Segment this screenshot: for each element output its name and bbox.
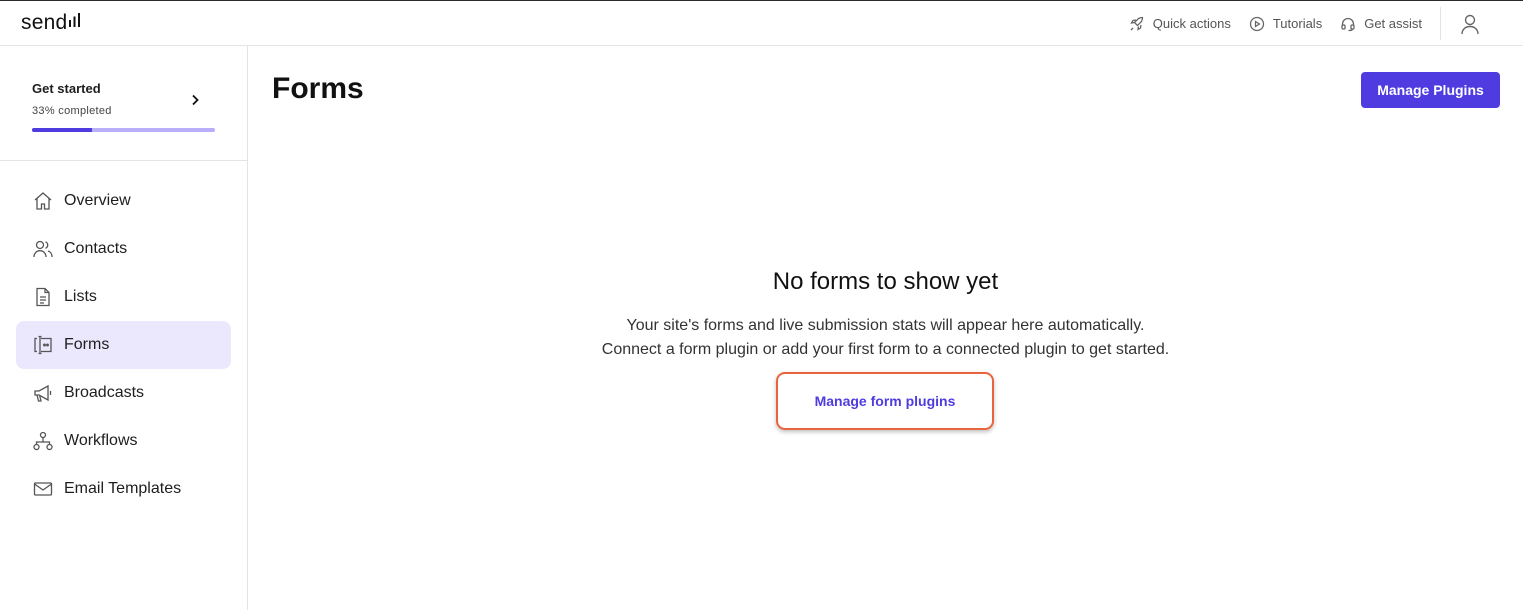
logo-bars-icon [69, 13, 81, 27]
workflow-icon [33, 431, 53, 451]
empty-state-description: Your site's forms and live submission st… [248, 314, 1523, 362]
list-icon [36, 287, 50, 307]
sidebar-item-label: Lists [64, 288, 97, 305]
email-icon [33, 482, 53, 496]
form-icon [34, 335, 52, 355]
tutorials-label: Tutorials [1272, 16, 1323, 31]
page-title: Forms [272, 72, 364, 105]
sidebar-item-email-templates[interactable]: Email Templates [16, 465, 231, 513]
sidebar-item-lists[interactable]: Lists [16, 273, 231, 321]
home-icon [34, 192, 52, 210]
get-started-progress-fill [32, 128, 93, 132]
logo[interactable]: send [21, 9, 81, 35]
sidebar-item-forms[interactable]: Forms [16, 321, 231, 369]
top-actions: Quick actions Tutorials Get assist [1129, 1, 1523, 46]
manage-form-plugins-highlight: Manage form plugins [776, 372, 994, 430]
get-started-title: Get started [32, 81, 101, 96]
get-started-progress-text: 33% completed [32, 105, 112, 117]
sidebar-item-workflows[interactable]: Workflows [16, 417, 231, 465]
manage-form-plugins-link[interactable]: Manage form plugins [815, 393, 956, 409]
main-content: Forms Manage Plugins No forms to show ye… [248, 46, 1523, 610]
get-started-progress-bar [32, 128, 215, 132]
sidebar-item-contacts[interactable]: Contacts [16, 225, 231, 273]
megaphone-icon [34, 384, 52, 402]
quick-actions-label: Quick actions [1152, 16, 1231, 31]
logo-text: send [21, 11, 68, 34]
chevron-right-icon [192, 94, 199, 106]
sidebar-item-label: Contacts [64, 240, 128, 257]
sidebar-item-label: Email Templates [64, 480, 182, 497]
sidebar-item-label: Overview [64, 192, 131, 209]
top-bar: send Quick actions Tutorials Get assist [0, 0, 1523, 46]
sidebar-nav: Overview Contacts Lists Forms Broadcasts… [16, 177, 231, 513]
sidebar-item-overview[interactable]: Overview [16, 177, 231, 225]
get-assist-button[interactable]: Get assist [1340, 16, 1422, 32]
play-icon [1249, 16, 1264, 31]
contacts-icon [33, 240, 53, 258]
empty-state-line-1: Your site's forms and live submission st… [626, 317, 1145, 334]
sidebar-item-label: Workflows [64, 432, 138, 449]
quick-actions-button[interactable]: Quick actions [1129, 16, 1231, 32]
empty-state-line-2: Connect a form plugin or add your first … [601, 341, 1170, 358]
sidebar: Get started 33% completed Overview Conta… [0, 46, 248, 610]
rocket-icon [1129, 16, 1143, 31]
headset-icon [1341, 17, 1355, 31]
user-icon[interactable] [1459, 13, 1481, 35]
sidebar-item-broadcasts[interactable]: Broadcasts [16, 369, 231, 417]
manage-plugins-button[interactable]: Manage Plugins [1361, 72, 1500, 108]
get-started-card[interactable]: Get started 33% completed [0, 46, 247, 161]
get-assist-label: Get assist [1364, 16, 1422, 31]
sidebar-item-label: Forms [64, 336, 110, 353]
empty-state-title: No forms to show yet [772, 268, 999, 295]
tutorials-button[interactable]: Tutorials [1249, 16, 1322, 32]
topbar-divider [1440, 7, 1441, 40]
empty-state: No forms to show yet Your site's forms a… [248, 266, 1523, 430]
sidebar-item-label: Broadcasts [64, 384, 145, 401]
